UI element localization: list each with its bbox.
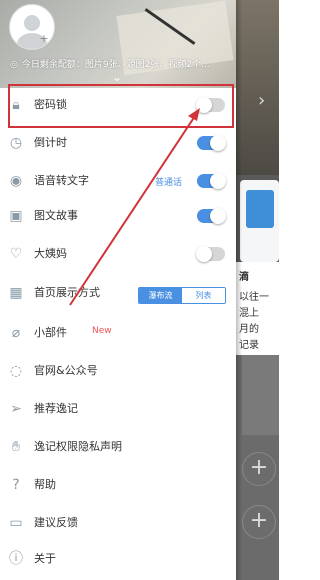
annotation-arrow [69, 108, 200, 306]
